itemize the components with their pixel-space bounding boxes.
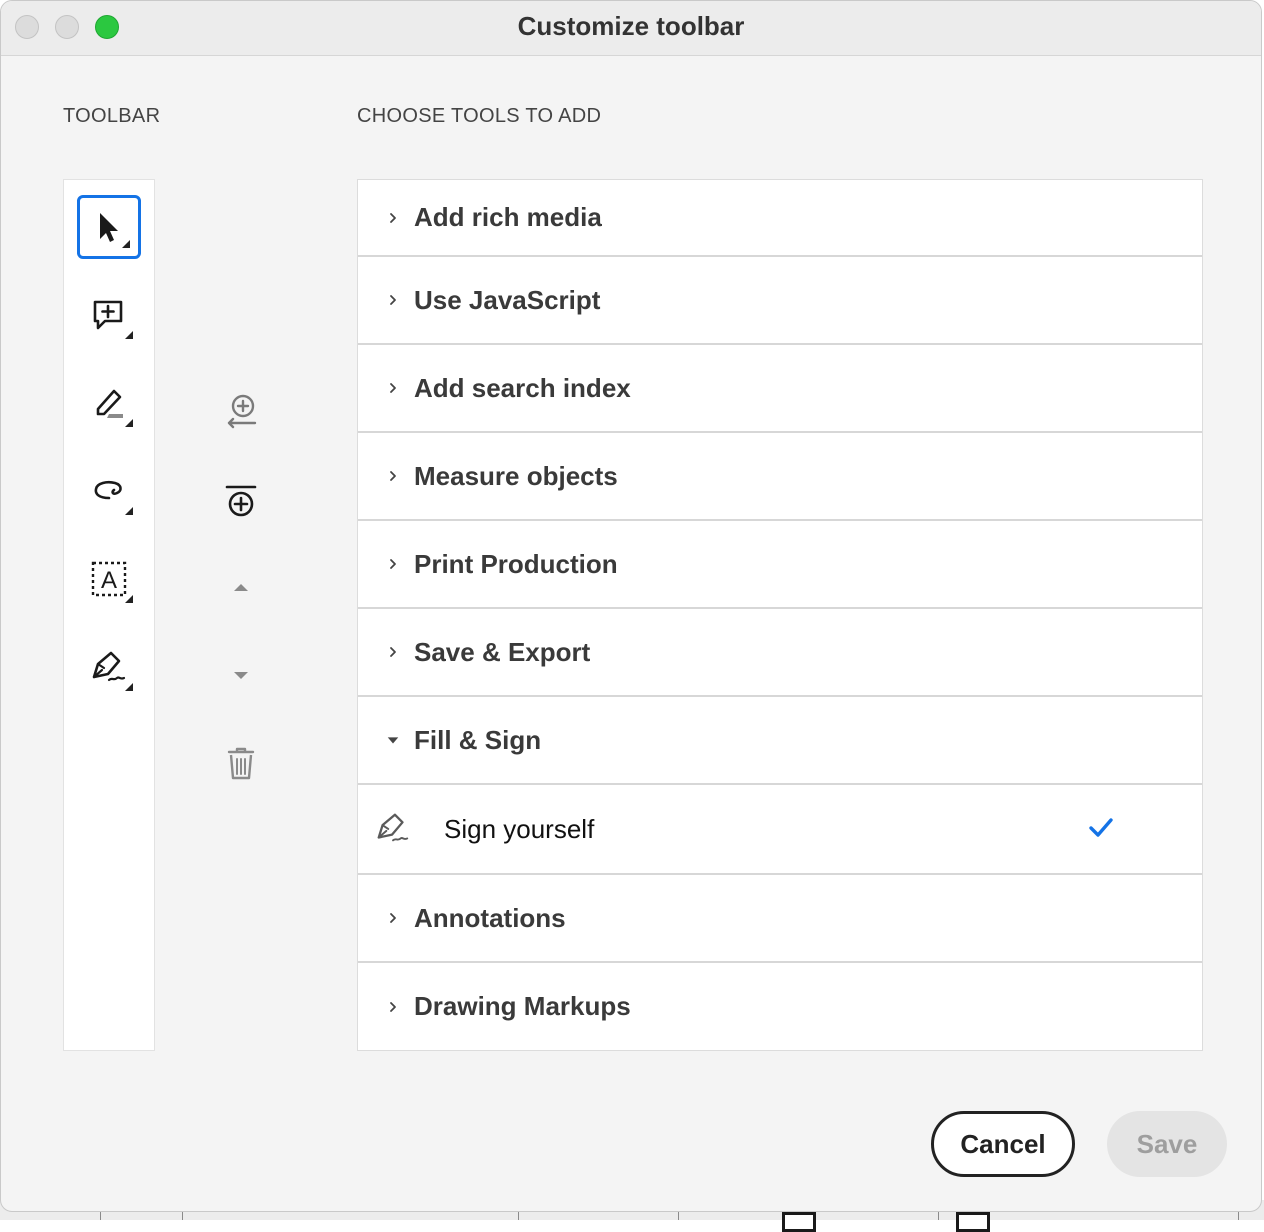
category-add-rich-media[interactable]: Add rich media xyxy=(358,180,1202,257)
chevron-right-icon xyxy=(386,345,400,431)
category-label: Measure objects xyxy=(414,460,618,491)
chevron-right-icon xyxy=(386,963,400,1050)
cancel-button[interactable]: Cancel xyxy=(931,1111,1075,1177)
chevron-right-icon xyxy=(386,257,400,343)
checkmark-icon xyxy=(1089,818,1113,837)
trash-icon xyxy=(227,747,255,780)
triangle-up-icon xyxy=(234,584,248,591)
draw-tool[interactable] xyxy=(77,459,141,523)
move-down-button[interactable] xyxy=(215,649,267,701)
save-button[interactable]: Save xyxy=(1107,1111,1227,1177)
category-save-export[interactable]: Save & Export xyxy=(358,609,1202,697)
window-title: Customize toolbar xyxy=(517,11,745,41)
choose-tools-section-label: CHOOSE TOOLS TO ADD xyxy=(357,105,602,127)
svg-text:A: A xyxy=(101,567,117,594)
flyout-corner-icon xyxy=(125,331,133,339)
flyout-corner-icon xyxy=(125,419,133,427)
category-measure-objects[interactable]: Measure objects xyxy=(358,433,1202,521)
category-annotations[interactable]: Annotations xyxy=(358,875,1202,963)
add-divider-icon xyxy=(225,485,257,517)
category-label: Print Production xyxy=(414,548,618,579)
move-up-button[interactable] xyxy=(215,561,267,613)
add-divider-button[interactable] xyxy=(215,475,267,527)
chevron-right-icon xyxy=(386,180,400,255)
category-label: Use JavaScript xyxy=(414,284,601,315)
flyout-corner-icon xyxy=(125,595,133,603)
checkbox-icon xyxy=(956,1212,990,1232)
category-use-javascript[interactable]: Use JavaScript xyxy=(358,257,1202,345)
comment-tool[interactable] xyxy=(77,283,141,347)
tool-item-sign-yourself[interactable]: Sign yourself xyxy=(358,785,1202,875)
delete-button[interactable] xyxy=(215,737,267,789)
chevron-right-icon xyxy=(386,609,400,695)
flyout-corner-icon xyxy=(122,240,130,248)
category-print-production[interactable]: Print Production xyxy=(358,521,1202,609)
pen-sign-icon xyxy=(92,651,126,682)
triangle-down-icon xyxy=(234,672,248,679)
flyout-corner-icon xyxy=(125,683,133,691)
category-label: Drawing Markups xyxy=(414,991,631,1021)
category-label: Add search index xyxy=(414,372,631,403)
flyout-corner-icon xyxy=(125,507,133,515)
checkbox-icon xyxy=(782,1212,816,1232)
sign-tool[interactable] xyxy=(77,635,141,699)
text-select-tool[interactable]: A xyxy=(77,547,141,611)
select-tool[interactable] xyxy=(77,195,141,259)
add-separator-icon xyxy=(227,394,257,429)
add-comment-icon xyxy=(93,300,123,330)
category-label: Fill & Sign xyxy=(414,724,542,755)
chevron-right-icon xyxy=(386,875,400,961)
category-label: Add rich media xyxy=(414,202,602,232)
highlighter-icon xyxy=(96,389,123,418)
highlight-tool[interactable] xyxy=(77,371,141,435)
category-fill-sign[interactable]: Fill & Sign xyxy=(358,697,1202,785)
category-drawing-markups[interactable]: Drawing Markups xyxy=(358,963,1202,1050)
toolbar-tool-list: A xyxy=(63,179,155,1051)
tool-item-label: Sign yourself xyxy=(444,813,595,844)
tool-category-list: Add rich media Use JavaScript Add search… xyxy=(357,179,1203,1051)
chevron-right-icon xyxy=(386,433,400,519)
customize-toolbar-dialog: Customize toolbar TOOLBAR CHOOSE TOOLS T… xyxy=(0,0,1262,1212)
category-label: Save & Export xyxy=(414,636,591,667)
chevron-right-icon xyxy=(386,521,400,607)
category-label: Annotations xyxy=(414,902,566,933)
toolbar-section-label: TOOLBAR xyxy=(63,105,161,127)
title-bar: Customize toolbar xyxy=(1,1,1261,56)
freehand-loop-icon xyxy=(94,480,122,500)
pen-sign-icon xyxy=(377,813,409,842)
category-add-search-index[interactable]: Add search index xyxy=(358,345,1202,433)
chevron-down-icon xyxy=(386,697,400,783)
text-box-icon: A xyxy=(91,561,127,597)
add-separator-button[interactable] xyxy=(215,385,267,437)
